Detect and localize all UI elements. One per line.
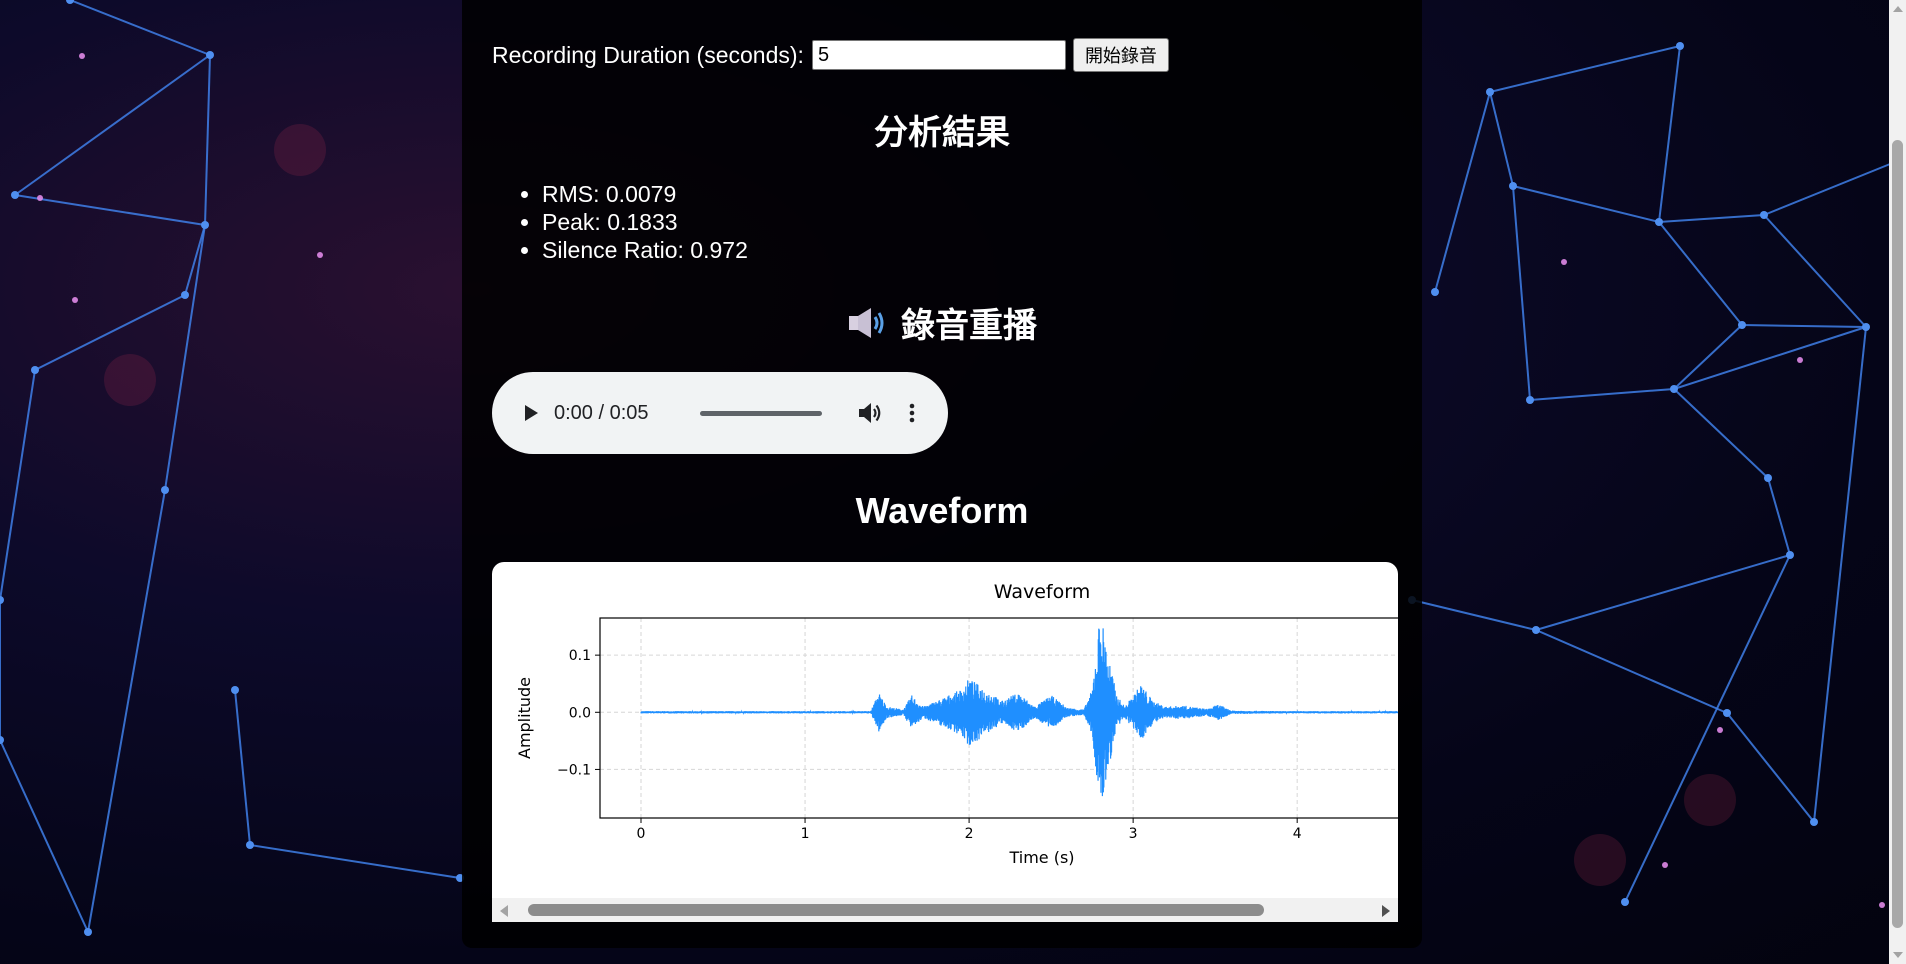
analysis-title: 分析結果 — [874, 113, 1010, 153]
scroll-right-icon[interactable] — [1382, 905, 1390, 917]
speaker-icon — [849, 307, 884, 338]
scroll-left-icon[interactable] — [500, 905, 508, 917]
y-tick-label: 0.1 — [569, 648, 591, 664]
chart-title: Waveform — [994, 581, 1090, 603]
playback-title-text: 錄音重播 — [901, 306, 1037, 346]
waveform-series-line — [640, 628, 1398, 797]
y-tick-label: −0.1 — [557, 762, 591, 778]
waveform-chart: 0 1 2 3 4 0.1 0.0 −0.1 Waveform Time (s) Amplitude — [515, 581, 1398, 867]
audio-player: 0:00 / 0:05 — [492, 372, 948, 454]
time-display: 0:00 / 0:05 — [554, 401, 649, 424]
x-tick-label: 4 — [1293, 826, 1302, 842]
metric-silence-ratio: Silence Ratio: 0.972 — [542, 236, 748, 264]
x-tick-label: 2 — [965, 826, 974, 842]
scrollbar-thumb[interactable] — [528, 904, 1264, 916]
playback-title: 錄音重播 — [462, 298, 1422, 347]
volume-icon[interactable] — [856, 399, 884, 427]
x-tick-label: 3 — [1129, 826, 1138, 842]
x-tick-label: 0 — [637, 826, 646, 842]
scroll-down-icon[interactable] — [1893, 952, 1903, 958]
playback-progress-slider[interactable] — [700, 410, 822, 416]
waveform-plot: 0 1 2 3 4 0.1 0.0 −0.1 Waveform Time (s) Amplitude — [492, 562, 1398, 922]
x-tick-label: 1 — [801, 826, 810, 842]
x-axis-label: Time (s) — [1008, 848, 1074, 867]
duration-label: Recording Duration (seconds): — [492, 41, 804, 68]
more-options-icon[interactable] — [900, 401, 924, 425]
start-recording-button[interactable]: 開始錄音 — [1072, 38, 1169, 72]
plot-horizontal-scrollbar[interactable] — [492, 898, 1398, 922]
main-panel: Recording Duration (seconds): 開始錄音 分析結果 … — [462, 0, 1422, 948]
y-axis-label: Amplitude — [515, 677, 534, 759]
duration-control: Recording Duration (seconds): 開始錄音 — [492, 38, 1169, 72]
waveform-heading: Waveform — [855, 490, 1029, 531]
duration-input[interactable] — [811, 40, 1066, 70]
y-tick-label: 0.0 — [569, 705, 591, 721]
page-scrollbar-thumb[interactable] — [1892, 140, 1903, 928]
play-icon[interactable] — [518, 401, 542, 425]
scroll-up-icon[interactable] — [1893, 6, 1903, 12]
metrics-list: RMS: 0.0079 Peak: 0.1833 Silence Ratio: … — [514, 180, 748, 264]
metric-rms: RMS: 0.0079 — [542, 180, 748, 208]
page-scrollbar[interactable] — [1889, 0, 1906, 964]
metric-peak: Peak: 0.1833 — [542, 208, 748, 236]
